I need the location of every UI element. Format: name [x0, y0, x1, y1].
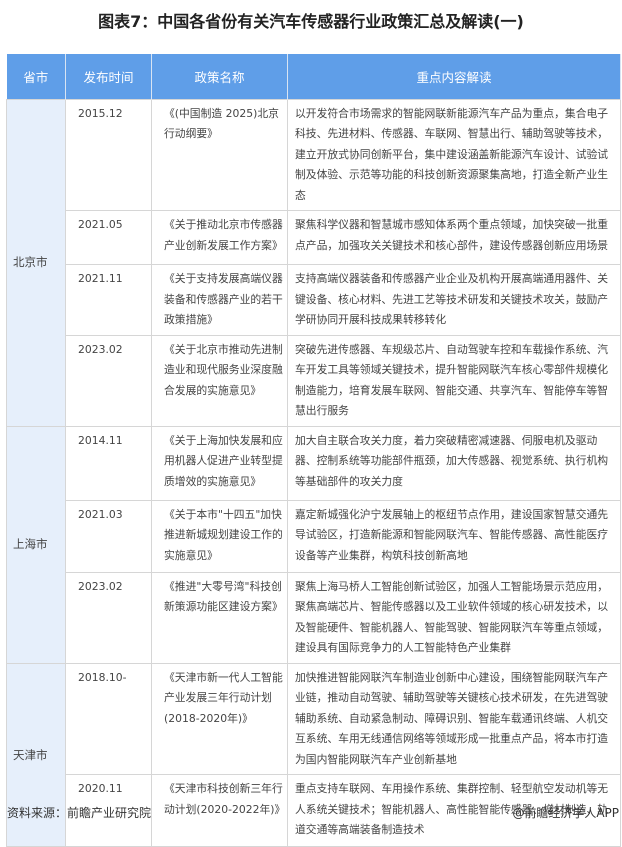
content-cell: 聚焦上海马桥人工智能创新试验区，加强人工智能场景示范应用，聚焦高端芯片、智能传感…: [287, 571, 621, 664]
content-cell: 突破先进传感器、车规级芯片、自动驾驶车控和车载操作系统、汽车开发工具等领域关键技…: [287, 334, 621, 427]
table-header: 省市 发布时间 政策名称 重点内容解读: [6, 54, 621, 99]
header-province: 省市: [6, 54, 66, 99]
policy-table: 省市 发布时间 政策名称 重点内容解读 北京市 2015.12 《(中国制造 202…: [6, 54, 621, 847]
date-cell: 2021.11: [65, 264, 152, 336]
source-note: 资料来源：前瞻产业研究院: [7, 806, 152, 820]
table-row: 2023.02 《关于北京市推动先进制造业和现代服务业深度融合发展的实施意见》 突破…: [7, 334, 621, 427]
province-cell: 北京市: [6, 98, 66, 427]
province-cell: 上海市: [6, 425, 66, 664]
policy-name-cell: 《(中国制造 2025)北京行动纲要》: [151, 98, 288, 211]
table-row: 上海市 2014.11 《关于上海加快发展和应用机器人促进产业转型提质增效的实施意见…: [6, 425, 621, 664]
date-cell: 2015.12: [65, 98, 152, 211]
content-cell: 以开发符合市场需求的智能网联新能源汽车产品为重点，集合电子科技、先进材料、传感器…: [287, 98, 621, 211]
content-cell: 嘉定新城强化沪宁发展轴上的枢纽节点作用，建设国家智慧交通先导试验区，打造新能源和…: [287, 499, 621, 573]
policy-name-cell: 《关于北京市推动先进制造业和现代服务业深度融合发展的实施意见》: [151, 334, 288, 427]
header-date: 发布时间: [65, 54, 152, 99]
date-cell: 2021.03: [65, 499, 152, 573]
date-cell: 2021.05: [65, 210, 152, 265]
date-cell: 2018.10-: [65, 662, 152, 775]
table-row: 北京市 2015.12 《(中国制造 2025)北京行动纲要》 以开发符合市场需求的智…: [6, 98, 621, 427]
policy-name-cell: 《关于推动北京市传感器产业创新发展工作方案》: [151, 210, 288, 265]
date-cell: 2023.02: [65, 334, 152, 427]
table-row: 2021.11 《关于支持发展高端仪器装备和传感器产业的若干政策措施》 支持高端仪器…: [7, 264, 621, 336]
credit-note: @前瞻经济学人APP: [512, 806, 619, 820]
policy-name-cell: 《关于本市"十四五"加快推进新城规划建设工作的实施意见》: [151, 499, 288, 573]
date-cell: 2023.02: [65, 571, 152, 664]
content-cell: 聚焦科学仪器和智慧城市感知体系两个重点领域，加快突破一批重点产品，加强攻关关键技…: [287, 210, 621, 265]
content-cell: 加快推进智能网联汽车制造业创新中心建设，围绕智能网联汽车产业链，推动自动驾驶、辅…: [287, 662, 621, 775]
header-content: 重点内容解读: [287, 54, 621, 99]
policy-name-cell: 《关于上海加快发展和应用机器人促进产业转型提质增效的实施意见》: [151, 425, 288, 501]
policy-name-cell: 《关于支持发展高端仪器装备和传感器产业的若干政策措施》: [151, 264, 288, 336]
policy-name-cell: 《天津市科技创新三年行动计划(2020-2022年)》: [151, 774, 288, 847]
table-row: 2021.03 《关于本市"十四五"加快推进新城规划建设工作的实施意见》 嘉定新城强…: [7, 499, 621, 573]
table-row: 2021.05 《关于推动北京市传感器产业创新发展工作方案》 聚焦科学仪器和智慧城市…: [7, 210, 621, 265]
policy-name-cell: 《天津市新一代人工智能产业发展三年行动计划(2018-2020年)》: [151, 662, 288, 775]
table-row: 天津市 2018.10- 《天津市新一代人工智能产业发展三年行动计划(2018-20…: [6, 662, 621, 847]
page-title: 图表7：中国各省份有关汽车传感器行业政策汇总及解读(一): [98, 12, 524, 31]
table-row: 2023.02 《推进"大零号湾"科技创新策源功能区建设方案》 聚焦上海马桥人工智能…: [7, 571, 621, 664]
policy-name-cell: 《推进"大零号湾"科技创新策源功能区建设方案》: [151, 571, 288, 664]
content-cell: 加大自主联合攻关力度，着力突破精密减速器、伺服电机及驱动器、控制系统等功能部件瓶…: [287, 425, 621, 501]
content-cell: 支持高端仪器装备和传感器产业企业及机构开展高端通用器件、关键设备、核心材料、先进…: [287, 264, 621, 336]
header-policy-name: 政策名称: [151, 54, 288, 99]
date-cell: 2014.11: [65, 425, 152, 501]
